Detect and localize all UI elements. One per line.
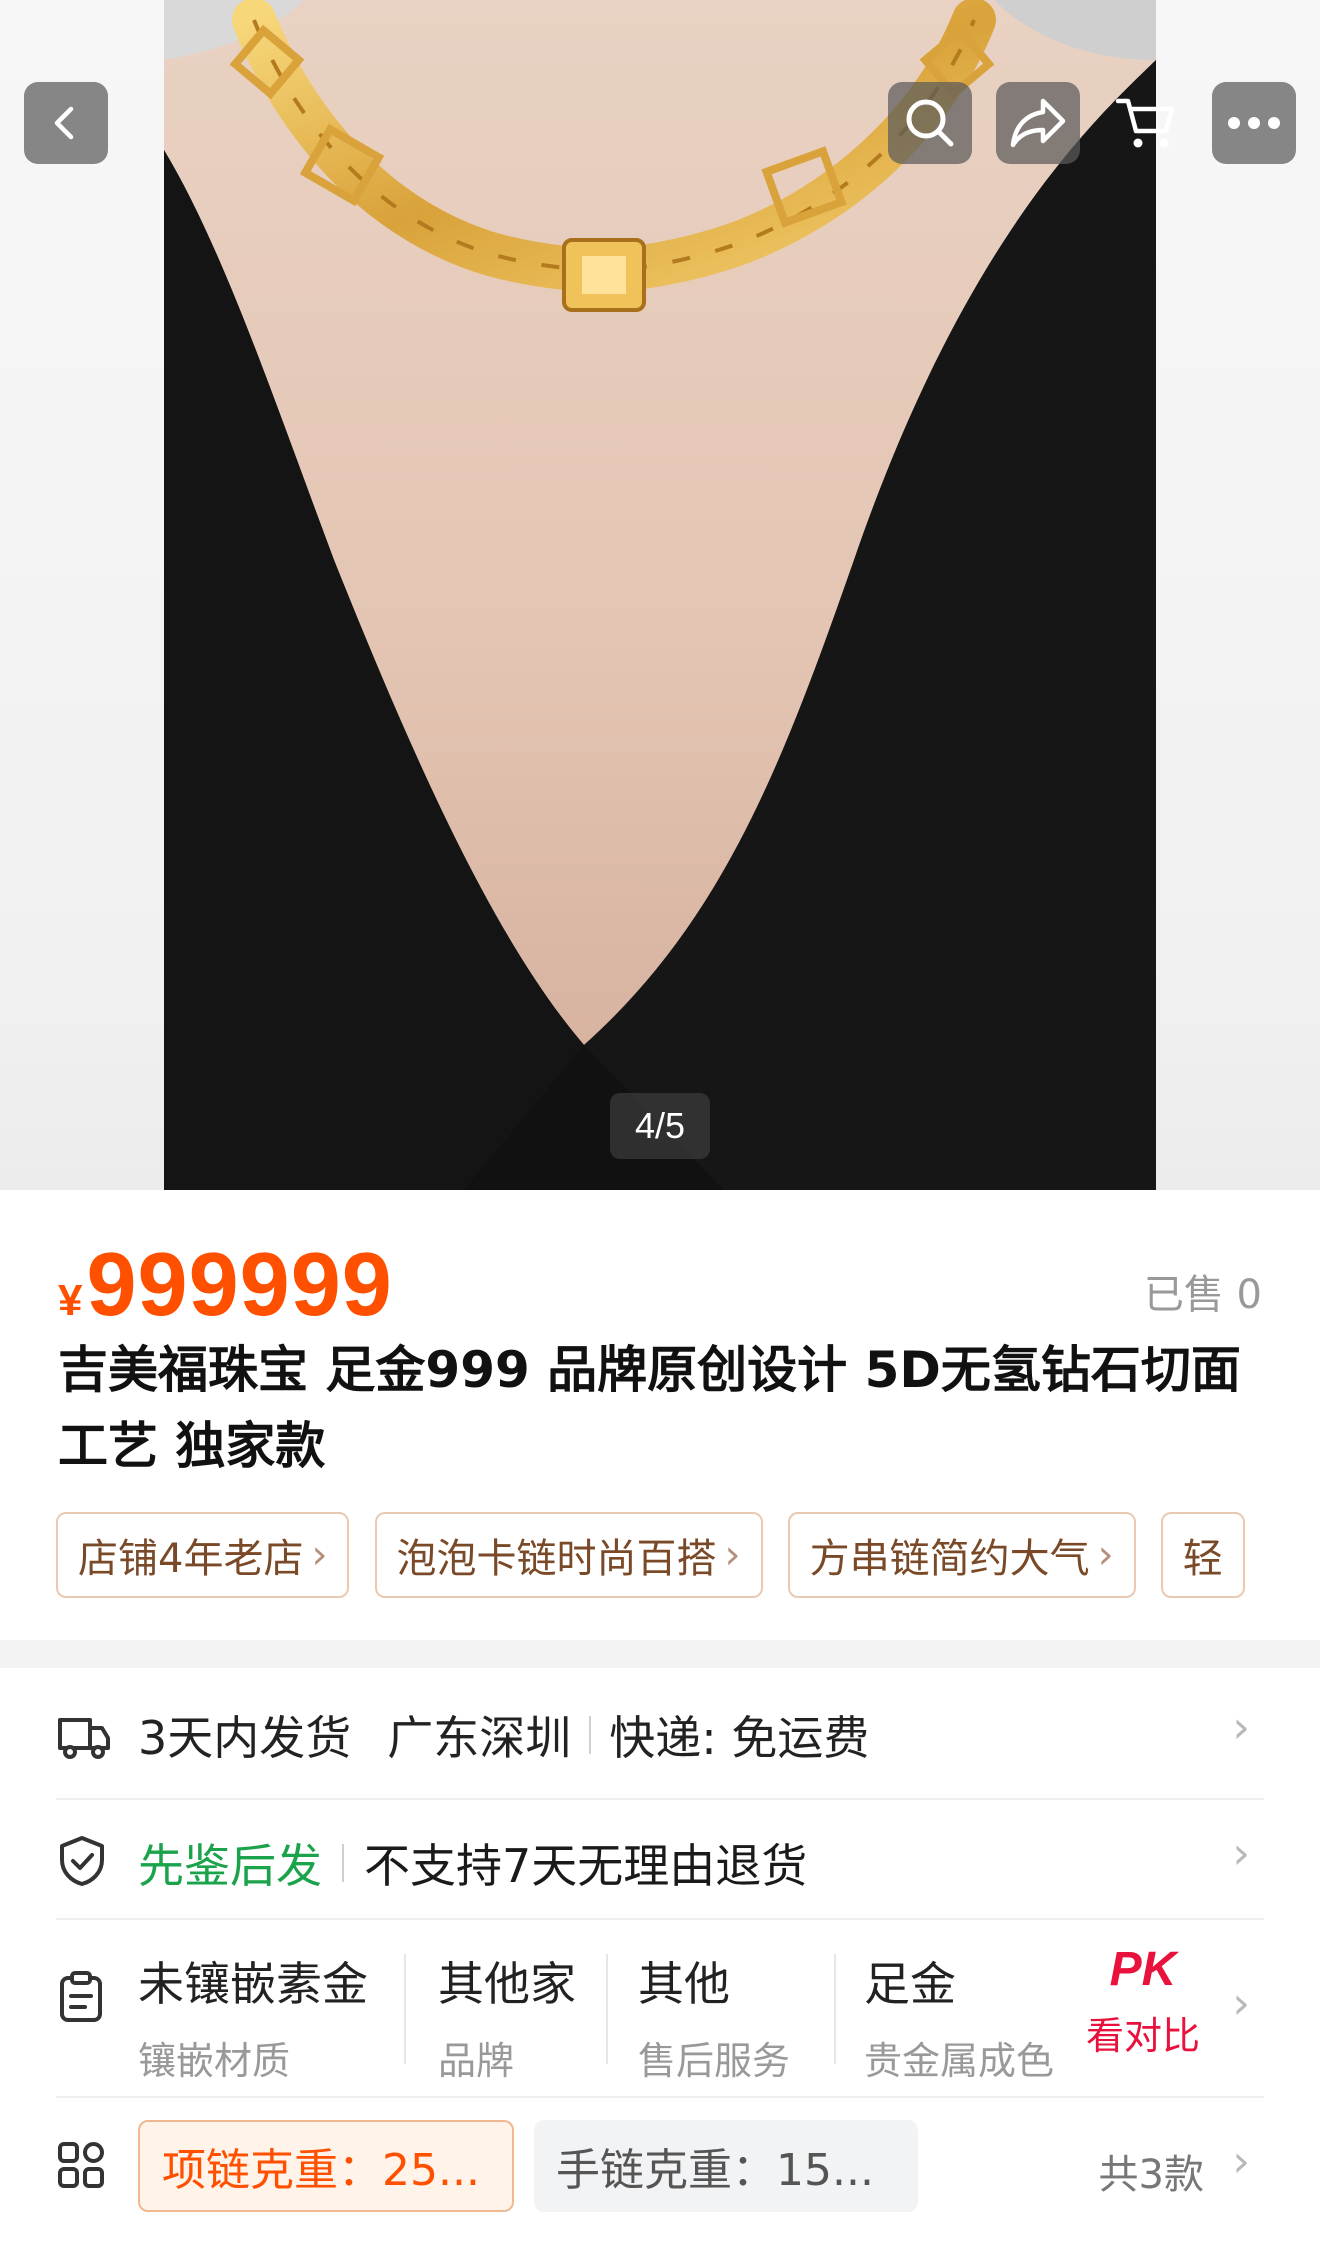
- search-icon: [906, 99, 954, 147]
- ship-from-location: 广东深圳: [387, 1711, 572, 1765]
- service-section: 3天内发货 广东深圳 快递: 免运费 › 先鉴后发 不支持7天无理由退货 › 未…: [0, 1668, 1320, 2262]
- attributes-row[interactable]: 未镶嵌素金 镶嵌材质 其他家 品牌 其他 售后服务 足金 贵金属成色 PK 看对…: [56, 1920, 1264, 2098]
- shipping-info: 3天内发货 广东深圳 快递: 免运费: [138, 1702, 869, 1768]
- chevron-left-icon: [54, 106, 74, 140]
- currency-symbol: ¥: [58, 1276, 83, 1325]
- price: ¥ 999999: [58, 1240, 393, 1330]
- necklace-photo-illustration: [164, 0, 1156, 1190]
- express-fee: 快递: 免运费: [609, 1711, 870, 1765]
- tag-list: 店铺4年老店 › 泡泡卡链时尚百搭 › 方串链简约大气 › 轻: [56, 1512, 1264, 1602]
- more-button[interactable]: [1212, 82, 1296, 164]
- variant-option-necklace[interactable]: 项链克重：25...: [138, 2120, 514, 2212]
- delivery-truck-icon: [58, 1718, 110, 1759]
- more-icon: [1228, 117, 1280, 129]
- product-info: ¥ 999999 已售 0 吉美福珠宝 足金999 品牌原创设计 5D无氢钻石切…: [0, 1190, 1320, 1640]
- separator: [834, 1954, 836, 2064]
- separator: [589, 1716, 592, 1754]
- tag-more[interactable]: 轻: [1160, 1512, 1245, 1598]
- image-counter: 4/5: [610, 1093, 710, 1159]
- attr-metal-purity: 足金 贵金属成色: [864, 1957, 1054, 2083]
- compare-button[interactable]: PK 看对比: [1086, 1942, 1200, 2060]
- price-value: 999999: [86, 1235, 393, 1335]
- pk-badge: PK: [1109, 1943, 1177, 1996]
- product-photo[interactable]: [164, 0, 1156, 1190]
- cart-button[interactable]: [1104, 82, 1188, 164]
- separator: [342, 1844, 344, 1882]
- tag-square-chain[interactable]: 方串链简约大气 ›: [787, 1512, 1136, 1598]
- delivery-time: 3天内发货: [138, 1711, 352, 1765]
- shield-check-icon: [60, 1836, 104, 1886]
- attr-brand: 其他家 品牌: [438, 1957, 576, 2083]
- guarantee-row[interactable]: 先鉴后发 不支持7天无理由退货 ›: [56, 1800, 1264, 1920]
- back-button[interactable]: [24, 82, 108, 164]
- chevron-right-icon: ›: [1232, 1828, 1250, 1879]
- search-button[interactable]: [888, 82, 972, 164]
- return-policy: 不支持7天无理由退货: [364, 1839, 808, 1893]
- share-icon: [1010, 98, 1066, 148]
- separator: [404, 1954, 406, 2064]
- share-button[interactable]: [996, 82, 1080, 164]
- chevron-right-icon: ›: [1097, 1532, 1114, 1578]
- product-title[interactable]: 吉美福珠宝 足金999 品牌原创设计 5D无氢钻石切面工艺 独家款: [58, 1332, 1268, 1484]
- guarantee-info: 先鉴后发 不支持7天无理由退货: [138, 1830, 807, 1896]
- shipping-row[interactable]: 3天内发货 广东深圳 快递: 免运费 ›: [56, 1668, 1264, 1800]
- variants-row[interactable]: 项链克重：25... 手链克重：15... 共3款 ›: [56, 2098, 1264, 2228]
- inspect-first-badge: 先鉴后发: [138, 1839, 322, 1893]
- clipboard-icon: [60, 1971, 102, 2022]
- chevron-right-icon: ›: [311, 1532, 328, 1578]
- chevron-right-icon: ›: [1232, 1978, 1250, 2029]
- chevron-right-icon: ›: [1232, 2136, 1250, 2187]
- sold-count: 已售 0: [1143, 1272, 1262, 1318]
- separator: [606, 1954, 608, 2064]
- product-image-gallery[interactable]: 4/5: [0, 0, 1320, 1190]
- variant-count: 共3款: [1098, 2152, 1204, 2198]
- cart-icon: [1115, 98, 1175, 148]
- tag-store-age[interactable]: 店铺4年老店 ›: [56, 1512, 350, 1598]
- attr-after-sales: 其他 售后服务: [638, 1957, 791, 2083]
- section-divider: [0, 1640, 1320, 1668]
- attr-inlay-material: 未镶嵌素金 镶嵌材质: [138, 1957, 368, 2083]
- tag-bubble-chain[interactable]: 泡泡卡链时尚百搭 ›: [374, 1512, 763, 1598]
- chevron-right-icon: ›: [724, 1532, 741, 1578]
- chevron-right-icon: ›: [1232, 1702, 1250, 1753]
- variant-option-bracelet[interactable]: 手链克重：15...: [534, 2120, 918, 2212]
- grid-icon: [58, 2142, 104, 2188]
- compare-label: 看对比: [1086, 2014, 1201, 2058]
